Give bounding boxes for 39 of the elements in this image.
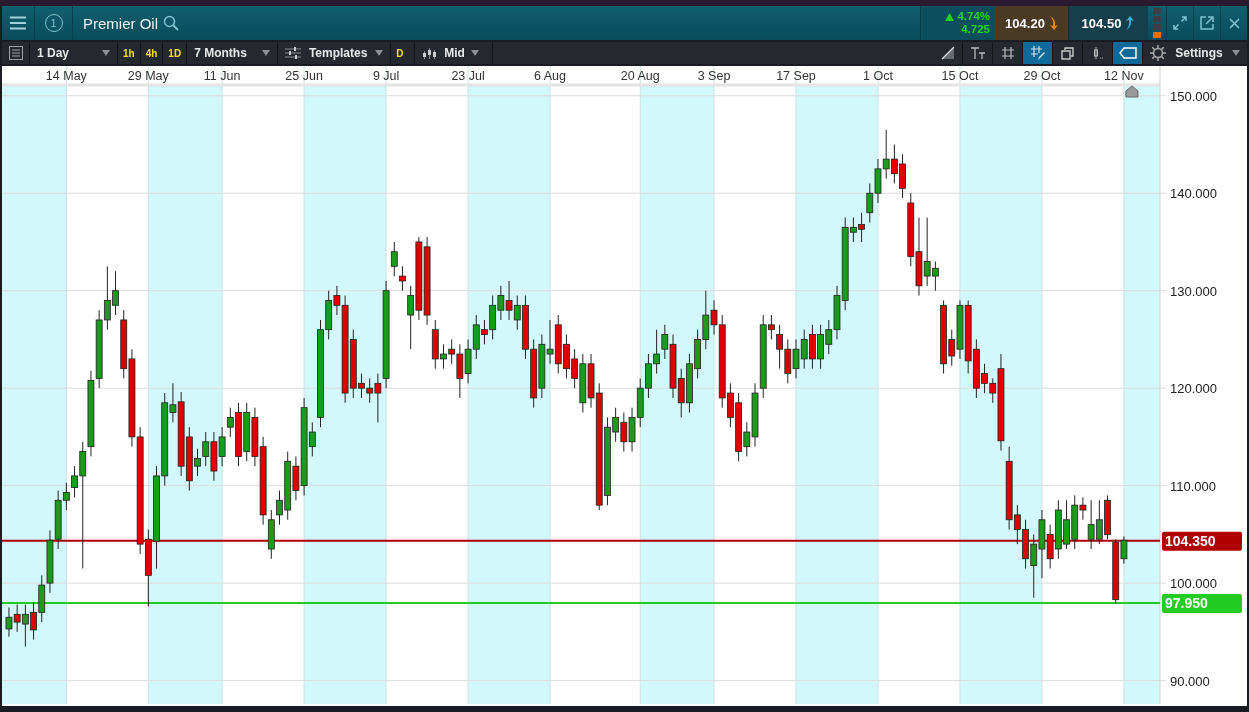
date-label: 17 Sep [776,69,816,83]
date-label: 3 Sep [697,69,731,83]
price-axis-label: 100.000 [1170,576,1217,592]
buy-price-button[interactable]: 104.50 [1068,6,1148,40]
period-dropdown[interactable]: 1 Day [30,42,118,64]
workspace-number-button[interactable]: 1 [35,6,73,40]
date-label: 11 Jun [203,69,241,83]
price-axis-label: 130.000 [1170,283,1217,299]
instrument-name: Premier Oil [83,14,158,32]
date-label: 23 Jul [451,69,485,83]
date-label: 29 May [127,69,169,83]
templates-dropdown[interactable]: Templates [278,42,392,64]
date-label: 14 May [45,69,87,83]
sell-price-button[interactable]: 104.20 [996,6,1068,40]
change-value: 4.725 [961,23,990,36]
price-tag: 97.950 [1162,594,1242,614]
ref-line-label: 104.350 [1165,532,1216,549]
interval-button[interactable]: 4h [140,42,164,64]
settings-dropdown[interactable]: Settings [1143,42,1247,64]
date-label: 1 Oct [863,69,893,83]
price-type-dropdown[interactable]: Mid [415,42,494,64]
price-axis-label: 140.000 [1170,186,1217,202]
date-label: 9 Jul [372,69,400,83]
price-axis-label: 120.000 [1170,381,1217,397]
interval-button[interactable]: 1h [118,42,141,64]
day-button[interactable]: D [391,42,416,64]
date-label: 29 Oct [1023,69,1061,83]
date-label: 20 Aug [620,69,660,83]
date-label: 15 Oct [941,69,979,83]
date-label: 6 Aug [534,69,567,83]
date-label: 25 Jun [285,69,323,83]
date-label: 12 Nov [1104,69,1144,83]
price-axis-label: 150.000 [1170,88,1217,104]
range-dropdown[interactable]: 7 Months [187,42,279,64]
ref-line-label: 97.950 [1165,595,1209,612]
change-percent: 4.74% [957,10,990,23]
interval-button[interactable]: 1D [163,42,188,64]
price-axis-label: 90.000 [1170,673,1210,689]
price-axis-label: 110.000 [1170,478,1217,494]
